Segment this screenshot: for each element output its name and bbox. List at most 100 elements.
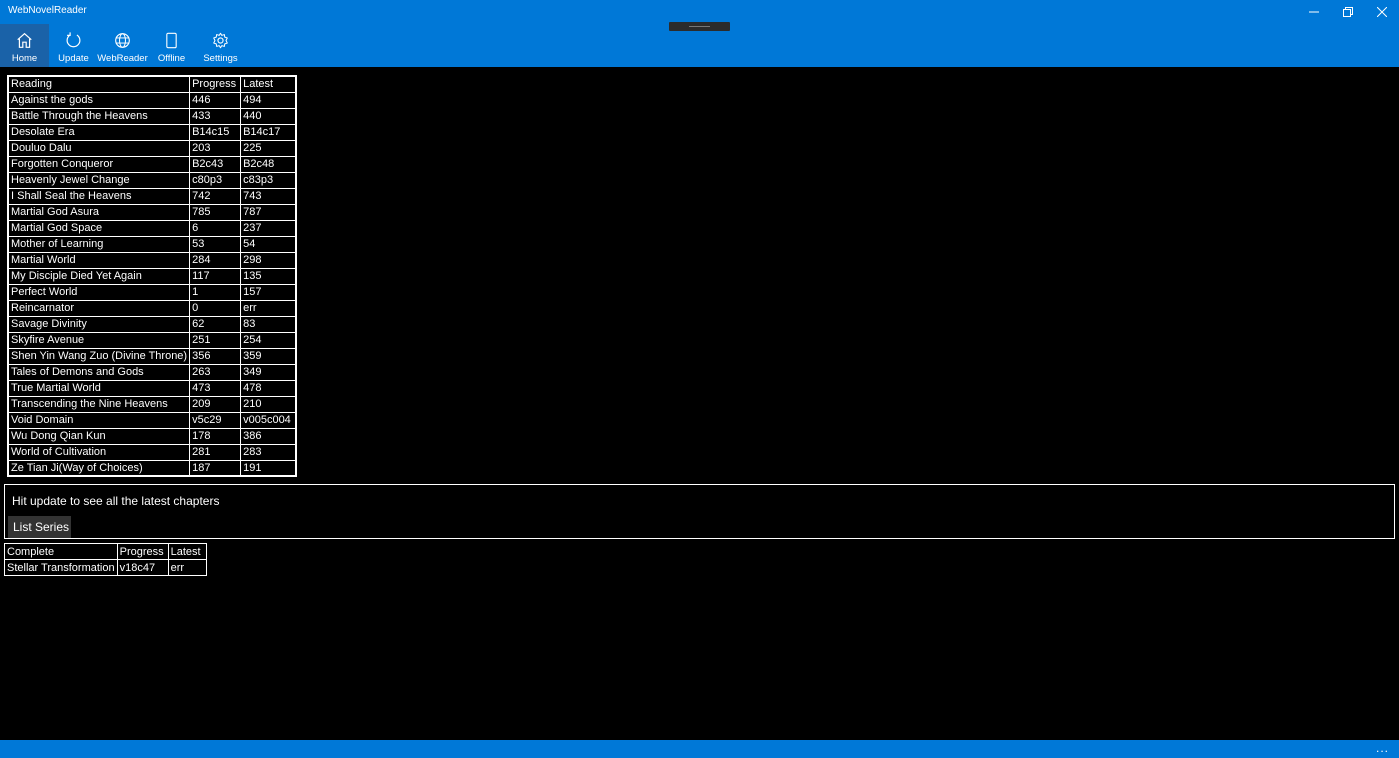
table-row[interactable]: Transcending the Nine Heavens 209 210 xyxy=(7,395,297,413)
header-progress: Progress xyxy=(189,75,242,93)
globe-icon xyxy=(115,33,130,48)
latest-cell: err xyxy=(167,559,207,576)
complete-table: Complete Progress Latest Stellar Transfo… xyxy=(4,543,207,576)
close-icon xyxy=(1377,7,1387,17)
progress-cell: 203 xyxy=(189,139,242,157)
nav-bar: Home Update WebReader Offline Settings xyxy=(0,24,245,67)
progress-cell: 0 xyxy=(189,299,242,317)
series-name-cell: Wu Dong Qian Kun xyxy=(7,427,191,445)
table-row[interactable]: Void Domain v5c29 v005c004 xyxy=(7,411,297,429)
series-name-cell: True Martial World xyxy=(7,379,191,397)
series-name-cell: Douluo Dalu xyxy=(7,139,191,157)
table-row[interactable]: Douluo Dalu 203 225 xyxy=(7,139,297,157)
latest-cell: 349 xyxy=(240,363,297,381)
progress-cell: 284 xyxy=(189,251,242,269)
table-row[interactable]: My Disciple Died Yet Again 117 135 xyxy=(7,267,297,285)
progress-cell: 446 xyxy=(189,91,242,109)
table-row[interactable]: Ze Tian Ji(Way of Choices) 187 191 xyxy=(7,459,297,477)
more-options-button[interactable]: ... xyxy=(1376,741,1389,755)
nav-offline[interactable]: Offline xyxy=(147,24,196,67)
latest-cell: 254 xyxy=(240,331,297,349)
table-row[interactable]: Perfect World 1 157 xyxy=(7,283,297,301)
update-hint: Hit update to see all the latest chapter… xyxy=(12,494,220,508)
progress-cell: 117 xyxy=(189,267,242,285)
series-name-cell: Heavenly Jewel Change xyxy=(7,171,191,189)
table-row[interactable]: Martial World 284 298 xyxy=(7,251,297,269)
table-row[interactable]: Stellar Transformation v18c47 err xyxy=(4,559,207,576)
nav-settings-label: Settings xyxy=(203,53,238,64)
series-name-cell: Tales of Demons and Gods xyxy=(7,363,191,381)
latest-cell: 478 xyxy=(240,379,297,397)
complete-header-row: Complete Progress Latest xyxy=(4,543,207,560)
table-row[interactable]: Mother of Learning 53 54 xyxy=(7,235,297,253)
table-row[interactable]: True Martial World 473 478 xyxy=(7,379,297,397)
progress-cell: 263 xyxy=(189,363,242,381)
table-row[interactable]: Heavenly Jewel Change c80p3 c83p3 xyxy=(7,171,297,189)
status-bar: ... xyxy=(0,740,1399,758)
latest-cell: 157 xyxy=(240,283,297,301)
series-name-cell: Skyfire Avenue xyxy=(7,331,191,349)
restore-button[interactable] xyxy=(1331,0,1365,24)
nav-settings[interactable]: Settings xyxy=(196,24,245,67)
minimize-button[interactable] xyxy=(1297,0,1331,24)
reading-table: Reading Progress Latest Against the gods… xyxy=(7,75,297,477)
latest-cell: 359 xyxy=(240,347,297,365)
series-name-cell: Ze Tian Ji(Way of Choices) xyxy=(7,459,191,477)
table-row[interactable]: Tales of Demons and Gods 263 349 xyxy=(7,363,297,381)
series-name-cell: Against the gods xyxy=(7,91,191,109)
close-button[interactable] xyxy=(1365,0,1399,24)
nav-update[interactable]: Update xyxy=(49,24,98,67)
table-row[interactable]: Battle Through the Heavens 433 440 xyxy=(7,107,297,125)
table-row[interactable]: Reincarnator 0 err xyxy=(7,299,297,317)
progress-cell: v18c47 xyxy=(116,559,169,576)
series-name-cell: Forgotten Conqueror xyxy=(7,155,191,173)
latest-cell: 83 xyxy=(240,315,297,333)
series-name-cell: Shen Yin Wang Zuo (Divine Throne) xyxy=(7,347,191,365)
progress-cell: c80p3 xyxy=(189,171,242,189)
table-row[interactable]: Martial God Asura 785 787 xyxy=(7,203,297,221)
nav-webreader[interactable]: WebReader xyxy=(97,24,148,67)
progress-cell: 281 xyxy=(189,443,242,461)
table-row[interactable]: Desolate Era B14c15 B14c17 xyxy=(7,123,297,141)
table-row[interactable]: World of Cultivation 281 283 xyxy=(7,443,297,461)
tablet-icon xyxy=(166,32,177,49)
latest-cell: 743 xyxy=(240,187,297,205)
progress-cell: 209 xyxy=(189,395,242,413)
gear-icon xyxy=(213,32,228,49)
progress-cell: 187 xyxy=(189,459,242,477)
latest-cell: 440 xyxy=(240,107,297,125)
nav-home[interactable]: Home xyxy=(0,24,49,67)
table-row[interactable]: Shen Yin Wang Zuo (Divine Throne) 356 359 xyxy=(7,347,297,365)
restore-icon xyxy=(1343,7,1353,17)
latest-cell: 54 xyxy=(240,235,297,253)
table-row[interactable]: Savage Divinity 62 83 xyxy=(7,315,297,333)
header-latest: Latest xyxy=(167,543,207,560)
series-name-cell: Reincarnator xyxy=(7,299,191,317)
table-row[interactable]: Skyfire Avenue 251 254 xyxy=(7,331,297,349)
progress-cell: 473 xyxy=(189,379,242,397)
table-row[interactable]: Martial God Space 6 237 xyxy=(7,219,297,237)
latest-cell: 386 xyxy=(240,427,297,445)
table-row[interactable]: Wu Dong Qian Kun 178 386 xyxy=(7,427,297,445)
table-row[interactable]: Against the gods 446 494 xyxy=(7,91,297,109)
latest-cell: 225 xyxy=(240,139,297,157)
latest-cell: B14c17 xyxy=(240,123,297,141)
drag-handle[interactable] xyxy=(669,22,730,31)
latest-cell: B2c48 xyxy=(240,155,297,173)
progress-cell: 251 xyxy=(189,331,242,349)
table-row[interactable]: Forgotten Conqueror B2c43 B2c48 xyxy=(7,155,297,173)
main-content: Reading Progress Latest Against the gods… xyxy=(0,67,1399,740)
series-name-cell: Void Domain xyxy=(7,411,191,429)
series-name-cell: I Shall Seal the Heavens xyxy=(7,187,191,205)
series-name-cell: Mother of Learning xyxy=(7,235,191,253)
latest-cell: 494 xyxy=(240,91,297,109)
nav-update-label: Update xyxy=(58,53,89,64)
list-series-button[interactable]: List Series xyxy=(8,516,71,538)
series-name-cell: Perfect World xyxy=(7,283,191,301)
progress-cell: 178 xyxy=(189,427,242,445)
refresh-icon xyxy=(66,32,81,48)
progress-cell: 356 xyxy=(189,347,242,365)
table-row[interactable]: I Shall Seal the Heavens 742 743 xyxy=(7,187,297,205)
series-name-cell: Transcending the Nine Heavens xyxy=(7,395,191,413)
window-controls xyxy=(1297,0,1399,24)
